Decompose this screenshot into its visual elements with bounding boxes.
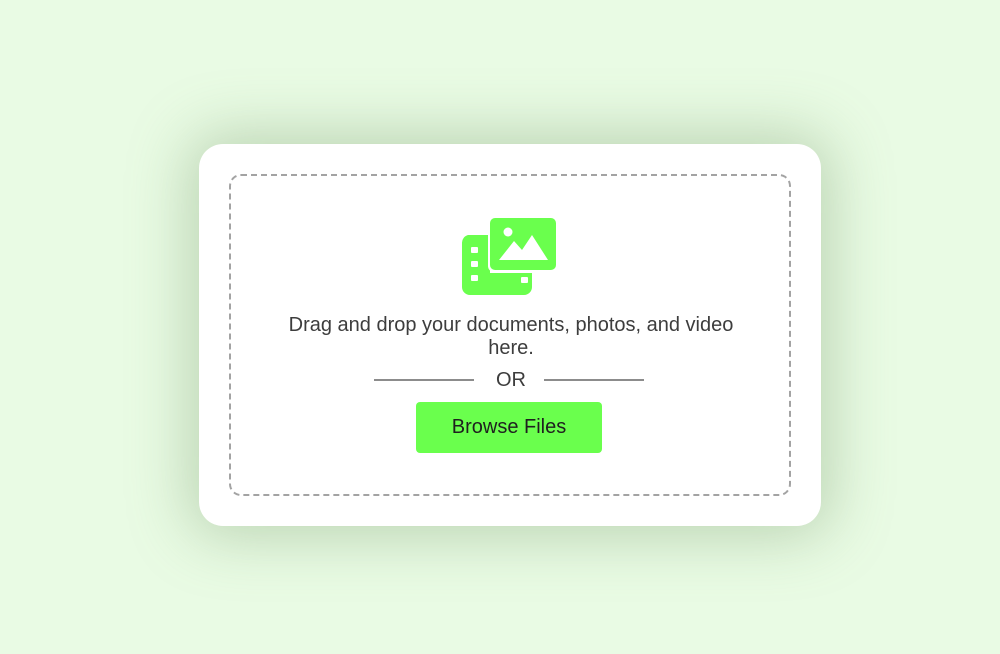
browse-files-button[interactable]: Browse Files [416,402,602,453]
photo-film-icon [462,217,558,295]
or-separator: OR [496,369,526,391]
drop-zone[interactable]: Drag and drop your documents, photos, an… [229,174,791,496]
drop-instructions: Drag and drop your documents, photos, an… [288,314,734,359]
divider-left [374,379,474,381]
upload-card: Drag and drop your documents, photos, an… [199,144,821,526]
divider-right [544,379,644,381]
page: Drag and drop your documents, photos, an… [0,0,1000,654]
